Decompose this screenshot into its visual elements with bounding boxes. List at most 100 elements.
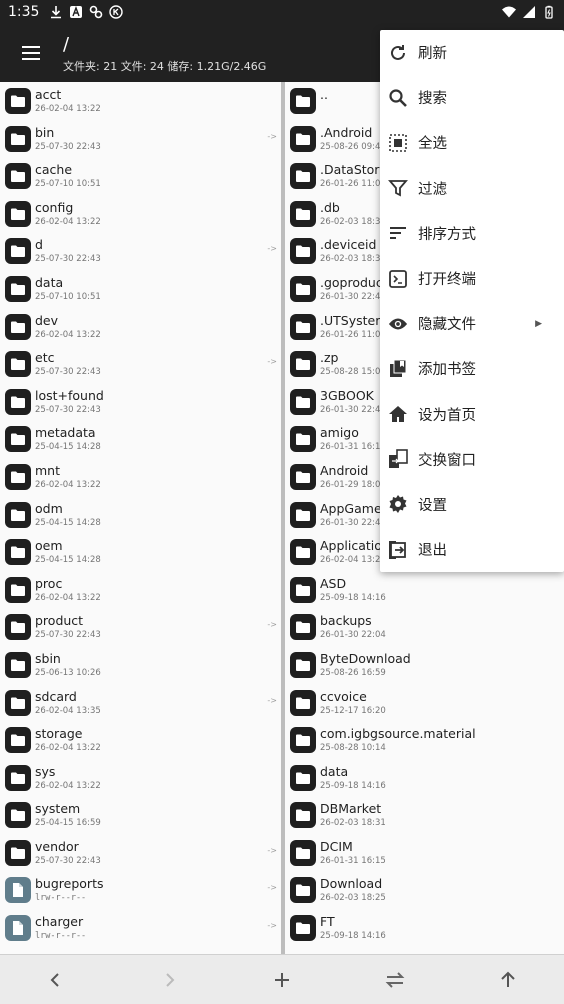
file-row[interactable]: dev 26-02-04 13:22 <box>0 308 281 346</box>
folder-icon <box>296 95 310 107</box>
current-path-title: / <box>63 34 70 55</box>
menu-item-sort[interactable]: 排序方式 <box>380 211 564 256</box>
hamburger-menu-button[interactable] <box>16 38 46 68</box>
file-meta: 26-02-03 18:31 <box>320 216 386 227</box>
file-row[interactable]: bugreports lrw-r--r-- -> <box>0 871 281 909</box>
file-name: vendor <box>35 838 79 854</box>
file-row[interactable]: lost+found 25-07-30 22:43 <box>0 383 281 421</box>
add-button[interactable] <box>262 960 302 1000</box>
file-row[interactable]: mnt 26-02-04 13:22 <box>0 458 281 496</box>
file-row[interactable]: proc 26-02-04 13:22 <box>0 571 281 609</box>
file-meta: 26-02-04 13:22 <box>35 743 101 754</box>
file-row[interactable]: ByteDownload 25-08-26 16:59 <box>285 646 564 684</box>
file-row[interactable]: acct 26-02-04 13:22 <box>0 82 281 120</box>
file-row[interactable]: product 25-07-30 22:43 -> <box>0 608 281 646</box>
folder-icon <box>296 396 310 408</box>
menu-item-search[interactable]: 搜索 <box>380 75 564 120</box>
file-icon <box>13 883 23 898</box>
menu-item-swap-window[interactable]: 交换窗口 <box>380 437 564 482</box>
exit-icon <box>388 540 408 560</box>
file-row[interactable]: storage 26-02-04 13:22 <box>0 721 281 759</box>
file-row[interactable]: com.igbgsource.material 25-08-28 10:14 <box>285 721 564 759</box>
menu-item-select-all[interactable]: 全选 <box>380 120 564 165</box>
back-button[interactable] <box>36 960 76 1000</box>
file-row[interactable]: etc 25-07-30 22:43 -> <box>0 345 281 383</box>
folder-icon-box <box>290 651 316 678</box>
file-meta: 26-01-30 22:49 <box>320 404 386 415</box>
file-name: oem <box>35 538 63 554</box>
file-row[interactable]: system 25-04-15 16:59 <box>0 796 281 834</box>
folder-icon-box <box>290 539 316 566</box>
menu-item-filter[interactable]: 过滤 <box>380 166 564 211</box>
menu-item-gear[interactable]: 设置 <box>380 482 564 527</box>
menu-item-home[interactable]: 设为首页 <box>380 392 564 437</box>
folder-icon-box <box>5 576 31 603</box>
hamburger-icon <box>22 46 40 60</box>
file-row[interactable]: vendor 25-07-30 22:43 -> <box>0 834 281 872</box>
file-row[interactable]: data 25-09-18 14:16 <box>285 759 564 797</box>
bookmark-icon <box>388 359 408 379</box>
signal-icon <box>523 6 535 18</box>
menu-item-refresh[interactable]: 刷新 <box>380 30 564 75</box>
file-row[interactable]: sbin 25-06-13 10:26 <box>0 646 281 684</box>
menu-item-exit[interactable]: 退出 <box>380 527 564 572</box>
menu-item-terminal[interactable]: 打开终端 <box>380 256 564 301</box>
file-row[interactable]: Download 26-02-03 18:25 <box>285 871 564 909</box>
file-row[interactable]: sdcard 26-02-04 13:35 -> <box>0 684 281 722</box>
menu-item-label: 过滤 <box>418 181 447 198</box>
file-row[interactable]: ccvoice 25-12-17 16:20 <box>285 684 564 722</box>
file-meta: 26-01-30 22:49 <box>320 517 386 528</box>
swap-button[interactable] <box>375 960 415 1000</box>
file-meta: 26-01-31 16:15 <box>320 855 386 866</box>
file-row[interactable]: sys 26-02-04 13:22 <box>0 759 281 797</box>
folder-icon-box <box>290 426 316 453</box>
folder-icon <box>296 170 310 183</box>
folder-icon <box>296 245 310 258</box>
file-meta: 25-08-28 15:00 <box>320 367 386 378</box>
file-meta: 26-02-04 13:22 <box>35 216 101 227</box>
file-row[interactable]: bin 25-07-30 22:43 -> <box>0 120 281 158</box>
overflow-menu: 刷新 搜索 全选过滤排序方式 打开终端 隐藏文件 ▶ 添加书签 设为首页交换窗口设置 退出 <box>380 30 564 572</box>
file-name: data <box>320 763 349 779</box>
file-row[interactable]: FT 25-09-18 14:16 <box>285 909 564 947</box>
file-name: .zp <box>320 350 339 366</box>
eye-icon <box>388 314 408 334</box>
file-row[interactable]: data 25-07-10 10:51 <box>0 270 281 308</box>
file-meta: 26-01-26 11:04 <box>320 329 386 340</box>
left-file-pane[interactable]: acct 26-02-04 13:22 bin 25-07-30 22:43 -> cac… <box>0 82 281 954</box>
up-button[interactable] <box>488 960 528 1000</box>
folder-icon-box <box>290 915 316 942</box>
symlink-arrow-icon: -> <box>267 244 277 254</box>
menu-item-bookmark[interactable]: 添加书签 <box>380 346 564 391</box>
folder-icon-box <box>5 463 31 490</box>
file-meta: 25-07-30 22:43 <box>35 404 101 415</box>
folder-icon <box>296 884 310 897</box>
file-row[interactable]: d 25-07-30 22:43 -> <box>0 232 281 270</box>
file-row[interactable]: charger lrw-r--r-- -> <box>0 909 281 947</box>
file-row[interactable]: odm 25-04-15 14:28 <box>0 496 281 534</box>
file-row[interactable]: DBMarket 26-02-03 18:31 <box>285 796 564 834</box>
file-name: metadata <box>35 425 96 441</box>
folder-icon-box <box>5 238 31 265</box>
file-meta: 25-04-15 14:28 <box>35 517 101 528</box>
menu-item-label: 交换窗口 <box>418 452 476 469</box>
file-row[interactable]: cache 25-07-10 10:51 <box>0 157 281 195</box>
menu-item-eye[interactable]: 隐藏文件 ▶ <box>380 301 564 346</box>
file-row[interactable]: DCIM 26-01-31 16:15 <box>285 834 564 872</box>
file-row[interactable]: config 26-02-04 13:22 <box>0 195 281 233</box>
file-name: 3GBOOK <box>320 387 374 403</box>
folder-icon-box <box>290 125 316 152</box>
home-icon <box>388 404 408 424</box>
folder-icon <box>11 697 25 709</box>
symlink-arrow-icon: -> <box>267 620 277 630</box>
symlink-arrow-icon: -> <box>267 921 277 931</box>
file-meta: 25-07-10 10:51 <box>35 179 101 190</box>
forward-button[interactable] <box>149 960 189 1000</box>
file-row[interactable]: metadata 25-04-15 14:28 <box>0 420 281 458</box>
file-row[interactable]: backups 26-01-30 22:04 <box>285 608 564 646</box>
file-row[interactable]: ASD 25-09-18 14:16 <box>285 571 564 609</box>
folder-icon <box>296 772 310 784</box>
file-row[interactable]: oem 25-04-15 14:28 <box>0 533 281 571</box>
symlink-arrow-icon: -> <box>267 695 277 705</box>
folder-icon <box>11 809 25 822</box>
